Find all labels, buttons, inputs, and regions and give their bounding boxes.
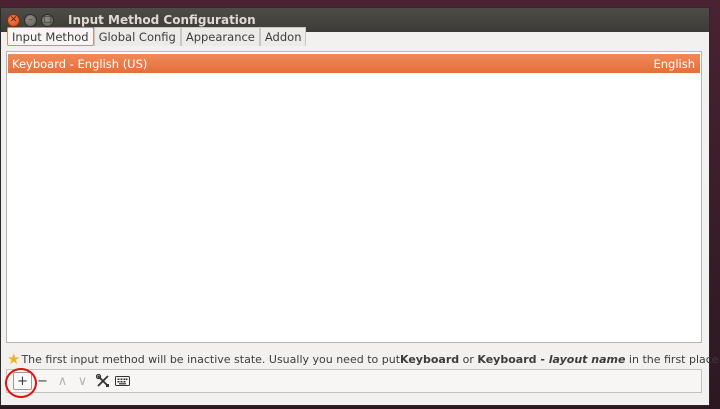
maximize-icon: □ [43,14,52,25]
hint-keyword-keyboard: Keyboard [400,352,460,366]
tab-global-config[interactable]: Global Config [93,27,181,46]
hint-layout-name: layout name [548,352,626,366]
tools-icon [95,374,109,387]
tab-bar: Input Method Global Config Appearance Ad… [7,27,307,47]
minimize-window-button[interactable]: – [24,13,37,27]
input-method-list[interactable]: Keyboard - English (US) English [6,51,702,343]
minimize-icon: – [28,14,33,25]
move-down-button[interactable]: ∨ [73,372,92,390]
minus-icon: − [37,373,48,389]
hint-text-part-1: The first input method will be inactive … [21,352,401,366]
chevron-up-icon: ∧ [57,373,68,389]
star-icon: ★ [7,349,21,368]
list-item[interactable]: Keyboard - English (US) English [8,54,700,73]
hint-text-part-2: or [459,352,478,366]
chevron-down-icon: ∨ [77,373,88,389]
tab-addon[interactable]: Addon [259,27,307,46]
input-method-name: Keyboard - English (US) [12,56,148,71]
list-toolbar: + − ∧ ∨ [6,369,702,393]
configure-input-method-button[interactable] [93,372,112,390]
keyboard-icon [115,376,130,386]
annotation-circle [5,368,37,398]
tab-input-method[interactable]: Input Method [7,27,94,46]
keyboard-layout-button[interactable] [113,372,132,390]
hint-text: ★ The first input method will be inactiv… [7,349,720,368]
window-title: Input Method Configuration [68,13,256,27]
hint-text-part-3: in the first place. [625,352,720,366]
move-up-button[interactable]: ∧ [53,372,72,390]
close-icon: ✕ [9,14,18,25]
tab-appearance[interactable]: Appearance [180,27,260,46]
close-window-button[interactable]: ✕ [7,13,20,27]
hint-keyword-keyboard-layout: Keyboard - [477,352,549,366]
input-method-language: English [653,56,695,71]
maximize-window-button[interactable]: □ [41,13,54,27]
